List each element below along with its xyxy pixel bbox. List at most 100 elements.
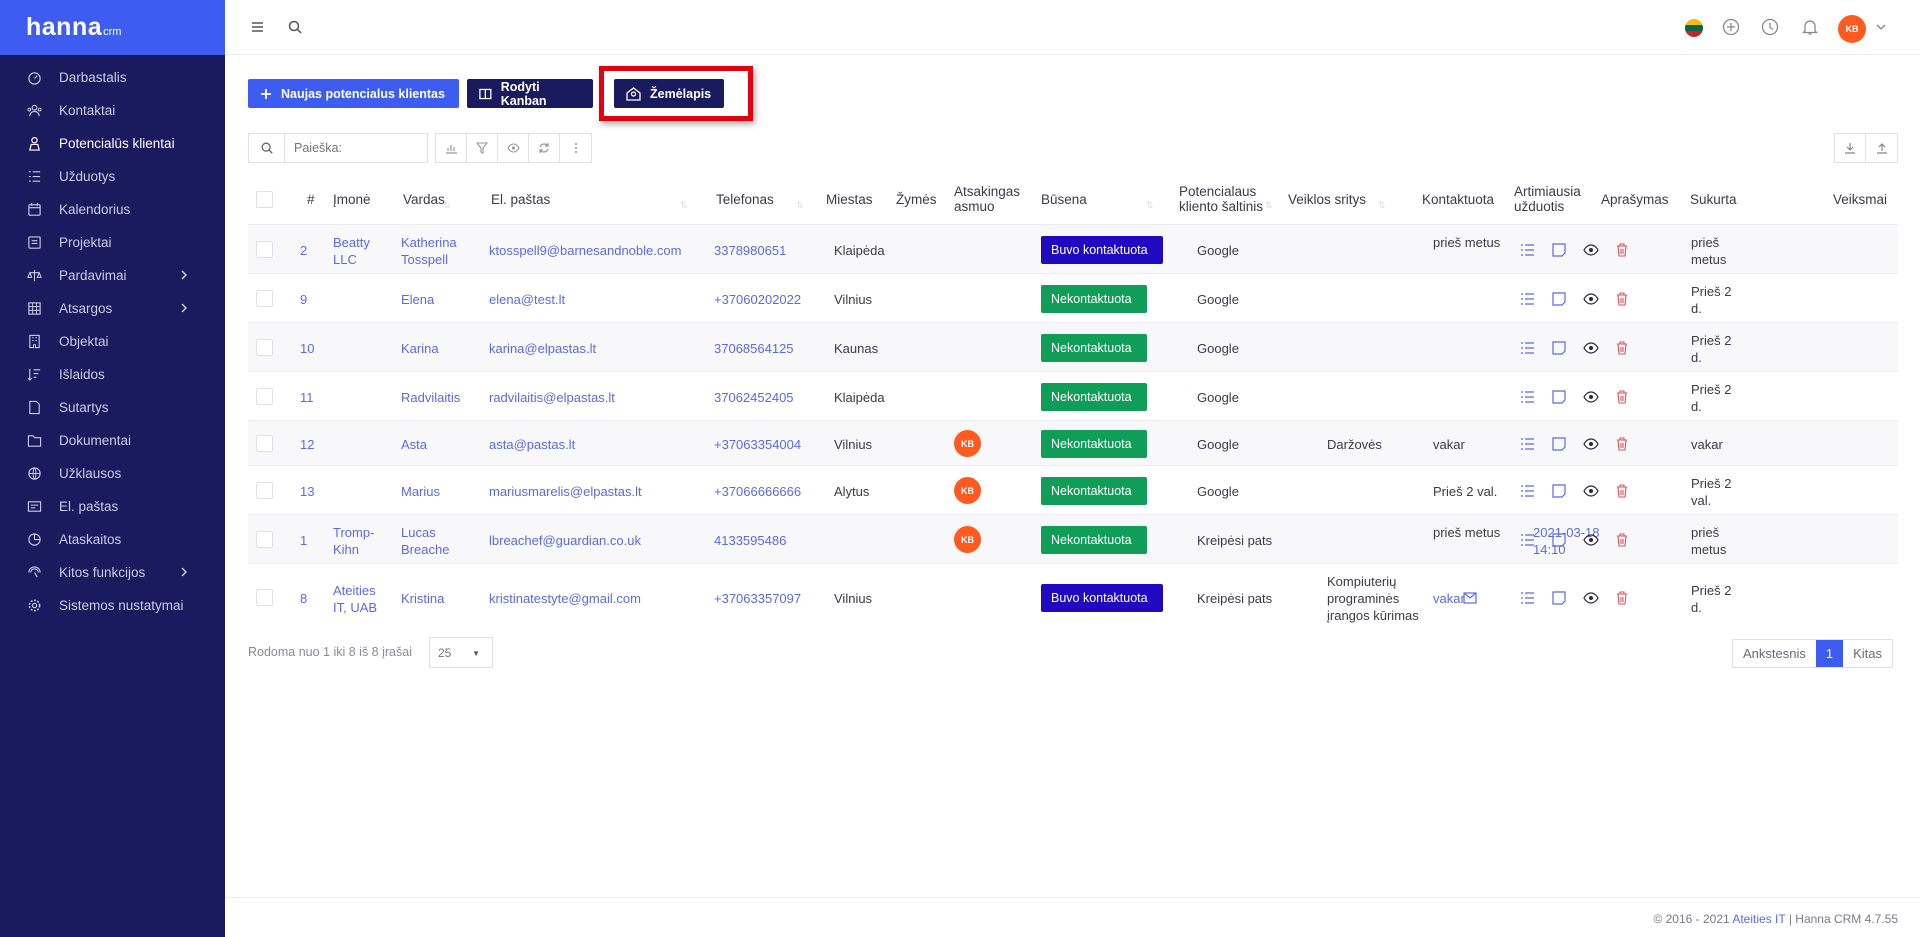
- owner-avatar[interactable]: KB: [954, 430, 981, 457]
- sidebar-item-other[interactable]: Kitos funkcijos: [0, 556, 225, 589]
- email-link[interactable]: radvilaitis@elpastas.lt: [489, 389, 704, 406]
- sidebar-item-documents[interactable]: Dokumentai: [0, 424, 225, 457]
- row-number-link[interactable]: 8: [300, 590, 330, 607]
- sidebar-item-contacts[interactable]: Kontaktai: [0, 94, 225, 127]
- note-icon[interactable]: [1551, 483, 1567, 499]
- note-icon[interactable]: [1551, 436, 1567, 452]
- sidebar-item-tasks[interactable]: Užduotys: [0, 160, 225, 193]
- view-eye-icon[interactable]: [1583, 590, 1599, 606]
- column-header[interactable]: Telefonas: [716, 192, 796, 207]
- table-row[interactable]: 13 Marius mariusmarelis@elpastas.lt +370666…: [248, 465, 1898, 514]
- row-checkbox[interactable]: [256, 241, 273, 258]
- phone-link[interactable]: +37066666666: [714, 483, 819, 500]
- row-checkbox[interactable]: [256, 435, 273, 452]
- view-eye-icon[interactable]: [1583, 340, 1599, 356]
- column-header[interactable]: Kontaktuota: [1422, 192, 1502, 207]
- delete-icon[interactable]: [1614, 340, 1630, 356]
- column-header[interactable]: Įmonė: [333, 192, 393, 207]
- company-link[interactable]: Ateities IT, UAB: [333, 582, 385, 616]
- next-page-button[interactable]: Kitas: [1843, 640, 1892, 667]
- delete-icon[interactable]: [1614, 291, 1630, 307]
- tasks-list-icon[interactable]: [1520, 242, 1536, 258]
- tasks-list-icon[interactable]: [1520, 340, 1536, 356]
- column-header[interactable]: Artimiausia užduotis: [1514, 184, 1594, 214]
- column-header[interactable]: El. paštas: [491, 192, 611, 207]
- note-icon[interactable]: [1551, 532, 1567, 548]
- language-flag-icon[interactable]: [1685, 19, 1703, 37]
- table-row[interactable]: 9 Elena elena@test.lt +37060202022 Vilnius Ne…: [248, 273, 1898, 322]
- sidebar-item-leads[interactable]: Potencialūs klientai: [0, 127, 225, 160]
- view-eye-icon[interactable]: [1583, 483, 1599, 499]
- sidebar-item-projects[interactable]: Projektai: [0, 226, 225, 259]
- note-icon[interactable]: [1551, 291, 1567, 307]
- row-number-link[interactable]: 10: [300, 340, 330, 357]
- column-header[interactable]: Žymės: [896, 192, 941, 207]
- row-checkbox[interactable]: [256, 531, 273, 548]
- sidebar-item-calendar[interactable]: Kalendorius: [0, 193, 225, 226]
- name-link[interactable]: Asta: [401, 436, 467, 453]
- status-badge[interactable]: Nekontaktuota: [1041, 477, 1147, 505]
- status-badge[interactable]: Buvo kontaktuota: [1041, 584, 1163, 612]
- name-link[interactable]: Marius: [401, 483, 467, 500]
- column-header[interactable]: Sukurta: [1690, 192, 1745, 207]
- per-page-select[interactable]: 25 ▼: [429, 637, 493, 668]
- sort-icon[interactable]: ⇅: [443, 200, 451, 211]
- delete-icon[interactable]: [1614, 436, 1630, 452]
- owner-avatar[interactable]: KB: [954, 526, 981, 553]
- status-badge[interactable]: Nekontaktuota: [1041, 383, 1147, 411]
- phone-link[interactable]: 4133595486: [714, 532, 819, 549]
- row-number-link[interactable]: 12: [300, 436, 330, 453]
- select-all-checkbox[interactable]: [256, 191, 273, 208]
- delete-icon[interactable]: [1614, 389, 1630, 405]
- chart-icon[interactable]: [436, 134, 467, 162]
- sidebar-item-contracts[interactable]: Sutartys: [0, 391, 225, 424]
- column-header[interactable]: Potencialaus kliento šaltinis: [1179, 184, 1274, 214]
- tasks-list-icon[interactable]: [1520, 483, 1536, 499]
- column-header[interactable]: Veiklos sritys: [1288, 192, 1378, 207]
- column-header[interactable]: Miestas: [826, 192, 881, 207]
- row-checkbox[interactable]: [256, 482, 273, 499]
- tasks-list-icon[interactable]: [1520, 291, 1536, 307]
- note-icon[interactable]: [1551, 389, 1567, 405]
- envelope-icon[interactable]: [1463, 592, 1477, 604]
- column-header[interactable]: #: [307, 192, 321, 207]
- column-header[interactable]: Būsena: [1041, 192, 1106, 207]
- company-link[interactable]: Tromp-Kihn: [333, 524, 385, 558]
- delete-icon[interactable]: [1614, 532, 1630, 548]
- column-header[interactable]: Aprašymas: [1601, 192, 1681, 207]
- sort-icon[interactable]: ⇅: [1378, 200, 1386, 211]
- view-eye-icon[interactable]: [1583, 436, 1599, 452]
- phone-link[interactable]: 3378980651: [714, 242, 819, 259]
- phone-link[interactable]: 37068564125: [714, 340, 819, 357]
- app-logo[interactable]: hanna: [26, 13, 102, 42]
- filter-icon[interactable]: [467, 134, 498, 162]
- view-eye-icon[interactable]: [1583, 242, 1599, 258]
- table-row[interactable]: 12 Asta asta@pastas.lt +37063354004 Vilnius K…: [248, 420, 1898, 465]
- tasks-list-icon[interactable]: [1520, 436, 1536, 452]
- delete-icon[interactable]: [1614, 590, 1630, 606]
- tasks-list-icon[interactable]: [1520, 590, 1536, 606]
- row-checkbox[interactable]: [256, 339, 273, 356]
- sidebar-item-email[interactable]: El. paštas: [0, 490, 225, 523]
- status-badge[interactable]: Nekontaktuota: [1041, 430, 1147, 458]
- sidebar-item-dashboard[interactable]: Darbastalis: [0, 61, 225, 94]
- email-link[interactable]: kristinatestyte@gmail.com: [489, 590, 704, 607]
- row-number-link[interactable]: 13: [300, 483, 330, 500]
- menu-toggle-icon[interactable]: [250, 19, 266, 35]
- add-circle-icon[interactable]: [1722, 18, 1740, 36]
- name-link[interactable]: Katherina Tosspell: [401, 234, 467, 268]
- sidebar-item-settings[interactable]: Sistemos nustatymai: [0, 589, 225, 622]
- table-row[interactable]: 10 Karina karina@elpastas.lt 37068564125 Kau…: [248, 322, 1898, 371]
- table-row[interactable]: 1 Tromp-Kihn Lucas Breache lbreachef@guardi…: [248, 514, 1898, 563]
- company-link[interactable]: Beatty LLC: [333, 234, 385, 268]
- email-link[interactable]: asta@pastas.lt: [489, 436, 704, 453]
- bell-icon[interactable]: [1801, 18, 1819, 36]
- user-avatar[interactable]: KB: [1838, 15, 1866, 43]
- status-badge[interactable]: Nekontaktuota: [1041, 526, 1147, 554]
- sidebar-item-objects[interactable]: Objektai: [0, 325, 225, 358]
- email-link[interactable]: karina@elpastas.lt: [489, 340, 704, 357]
- table-row[interactable]: 8 Ateities IT, UAB Kristina kristinatestyte…: [248, 563, 1898, 631]
- column-header[interactable]: Vardas: [403, 192, 463, 207]
- sort-icon[interactable]: ⇅: [796, 200, 804, 211]
- kanban-button[interactable]: Rodyti Kanban: [467, 79, 593, 108]
